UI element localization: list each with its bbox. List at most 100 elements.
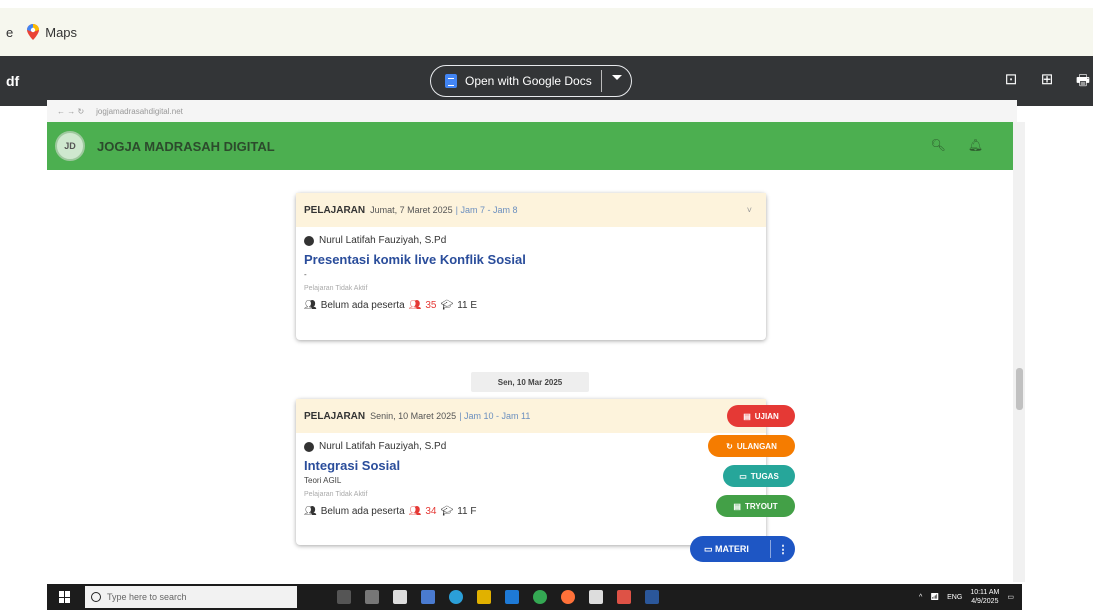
materi-label: MATERI xyxy=(715,543,749,554)
clock[interactable]: 10:11 AM 4/9/2025 xyxy=(970,588,999,606)
lesson-title[interactable]: Integrasi Sosial xyxy=(304,458,766,473)
print-icon[interactable]: 🖶 xyxy=(1073,70,1093,95)
lesson-hours: | Jam 7 - Jam 8 xyxy=(455,205,518,215)
dropdown-caret-icon[interactable] xyxy=(612,75,622,80)
system-tray: ^ 📶︎ ENG 10:11 AM 4/9/2025 ▭ xyxy=(919,588,1014,606)
pdf-filename-fragment: df xyxy=(6,73,20,89)
materi-icon: ▭ xyxy=(704,543,716,554)
lesson-type: PELAJARAN xyxy=(304,204,366,216)
browser-icon[interactable] xyxy=(449,590,463,604)
taskbar-search-box[interactable]: Type here to search xyxy=(85,586,297,608)
students-icon: 👥︎ xyxy=(408,300,422,311)
teacher-row: Nurul Latifah Fauziyah, S.Pd xyxy=(304,235,766,246)
exam-icon: ▤ xyxy=(743,411,751,421)
student-count: 35 xyxy=(425,300,437,311)
tryout-label: TRYOUT xyxy=(744,501,778,511)
search-icon[interactable]: 🔍︎ xyxy=(931,138,946,152)
pdf-actions: ⊡ ⊞ 🖶 xyxy=(1001,70,1093,95)
pdf-toolbar: df Open with Google Docs ⊡ ⊞ 🖶 xyxy=(0,56,1093,106)
app-title: JOGJA MADRASAH DIGITAL xyxy=(97,138,275,154)
app-header: JD JOGJA MADRASAH DIGITAL 🔍︎ 🔔︎ xyxy=(47,122,1013,170)
store-icon[interactable] xyxy=(393,590,407,604)
notification-bell-icon[interactable]: 🔔︎ xyxy=(968,138,983,152)
ulangan-button[interactable]: ↻ ULANGAN xyxy=(708,435,795,457)
scrollbar-thumb[interactable] xyxy=(1016,368,1023,410)
firefox-icon[interactable] xyxy=(561,590,575,604)
add-to-drive-icon[interactable]: ⊡ xyxy=(1001,70,1021,95)
notification-center-icon[interactable]: ▭ xyxy=(1007,593,1014,601)
lesson-subtitle: Teori AGIL xyxy=(304,476,342,485)
class-icon: 🎓︎ xyxy=(440,300,454,311)
top-gap xyxy=(0,0,1093,8)
lesson-date: Jumat, 7 Maret 2025 xyxy=(370,205,453,215)
open-with-label: Open with Google Docs xyxy=(465,74,592,88)
materi-button[interactable]: ▭ MATERI ⋮ xyxy=(690,536,795,562)
tugas-button[interactable]: ▭ TUGAS xyxy=(723,465,795,487)
more-vert-icon[interactable]: ⋮ xyxy=(771,543,795,556)
lesson-card[interactable]: PELAJARAN Senin, 10 Maret 2025 | Jam 10 … xyxy=(296,399,766,545)
refresh-icon: ↻ xyxy=(726,441,733,451)
participants-icon: 👥︎ xyxy=(304,300,317,311)
lesson-title[interactable]: Presentasi komik live Konflik Sosial xyxy=(304,252,766,267)
cortana-icon xyxy=(91,592,101,602)
wifi-icon[interactable]: 📶︎ xyxy=(930,593,939,601)
bookmark-fragment[interactable]: e xyxy=(6,25,13,40)
maps-pin-icon xyxy=(27,24,40,40)
app-icon[interactable] xyxy=(477,590,491,604)
search-placeholder: Type here to search xyxy=(107,592,187,602)
chrome-icon[interactable] xyxy=(533,590,547,604)
mail-app-icon[interactable] xyxy=(589,590,603,604)
button-divider xyxy=(601,70,602,92)
windows-start-icon[interactable] xyxy=(59,591,71,603)
word-icon[interactable] xyxy=(645,590,659,604)
participants-text: Belum ada peserta xyxy=(320,506,405,517)
lesson-type: PELAJARAN xyxy=(304,410,366,422)
new-window-icon[interactable]: ⊞ xyxy=(1037,70,1057,95)
school-logo: JD xyxy=(55,131,85,161)
clock-time: 10:11 AM xyxy=(970,589,1000,596)
lesson-subtitle: - xyxy=(304,270,307,279)
ujian-button[interactable]: ▤ UJIAN xyxy=(727,405,795,427)
header-actions: 🔍︎ 🔔︎ xyxy=(931,138,983,152)
bookmark-maps-label: Maps xyxy=(45,24,78,40)
class-name: 11 E xyxy=(457,300,478,311)
lesson-date: Senin, 10 Maret 2025 xyxy=(370,411,457,421)
lesson-status: Pelajaran Tidak Aktif xyxy=(304,285,368,292)
bookmarks-bar: e Maps xyxy=(0,8,1093,56)
url-text: jogjamadrasahdigital.net xyxy=(96,106,183,116)
class-name: 11 F xyxy=(457,506,477,517)
mail-icon[interactable] xyxy=(421,590,435,604)
nav-arrows-icon: ← → ↻ xyxy=(57,106,85,116)
teacher-name: Nurul Latifah Fauziyah, S.Pd xyxy=(319,235,447,246)
task-icon: ▭ xyxy=(739,471,747,481)
participants-text: Belum ada peserta xyxy=(320,300,405,311)
google-docs-icon xyxy=(445,74,457,88)
teacher-avatar-icon xyxy=(304,441,314,452)
edge-icon[interactable] xyxy=(505,590,519,604)
tryout-icon: ▤ xyxy=(733,501,741,511)
participants-icon: 👥︎ xyxy=(304,506,317,517)
scrollbar[interactable] xyxy=(1013,122,1025,582)
chrome-alt-icon[interactable] xyxy=(617,590,631,604)
mic-icon[interactable] xyxy=(337,590,351,604)
students-icon: 👥︎ xyxy=(408,506,422,517)
open-with-google-docs-button[interactable]: Open with Google Docs xyxy=(430,65,632,97)
class-icon: 🎓︎ xyxy=(440,506,454,517)
embedded-browser-strip: ← → ↻ jogjamadrasahdigital.net xyxy=(47,100,1017,122)
teacher-row: Nurul Latifah Fauziyah, S.Pd xyxy=(304,441,766,452)
teacher-avatar-icon xyxy=(304,235,314,246)
lesson-hours: | Jam 10 - Jam 11 xyxy=(459,411,531,421)
participants-row: 👥︎ Belum ada peserta 👥︎ 35 🎓︎ 11 E xyxy=(304,300,766,311)
bookmark-maps[interactable]: Maps xyxy=(27,24,77,40)
ulangan-label: ULANGAN xyxy=(736,441,777,451)
date-separator: Sen, 10 Mar 2025 xyxy=(471,372,589,392)
tray-chevron-icon[interactable]: ^ xyxy=(919,594,922,601)
tugas-label: TUGAS xyxy=(750,471,779,481)
taskbar-apps xyxy=(337,590,659,604)
expand-chevron-icon[interactable]: ˅ xyxy=(747,205,752,215)
lesson-card[interactable]: PELAJARAN Jumat, 7 Maret 2025 | Jam 7 - … xyxy=(296,193,766,340)
language-indicator[interactable]: ENG xyxy=(947,594,962,601)
teacher-name: Nurul Latifah Fauziyah, S.Pd xyxy=(319,441,447,452)
tryout-button[interactable]: ▤ TRYOUT xyxy=(716,495,795,517)
task-view-icon[interactable] xyxy=(365,590,379,604)
